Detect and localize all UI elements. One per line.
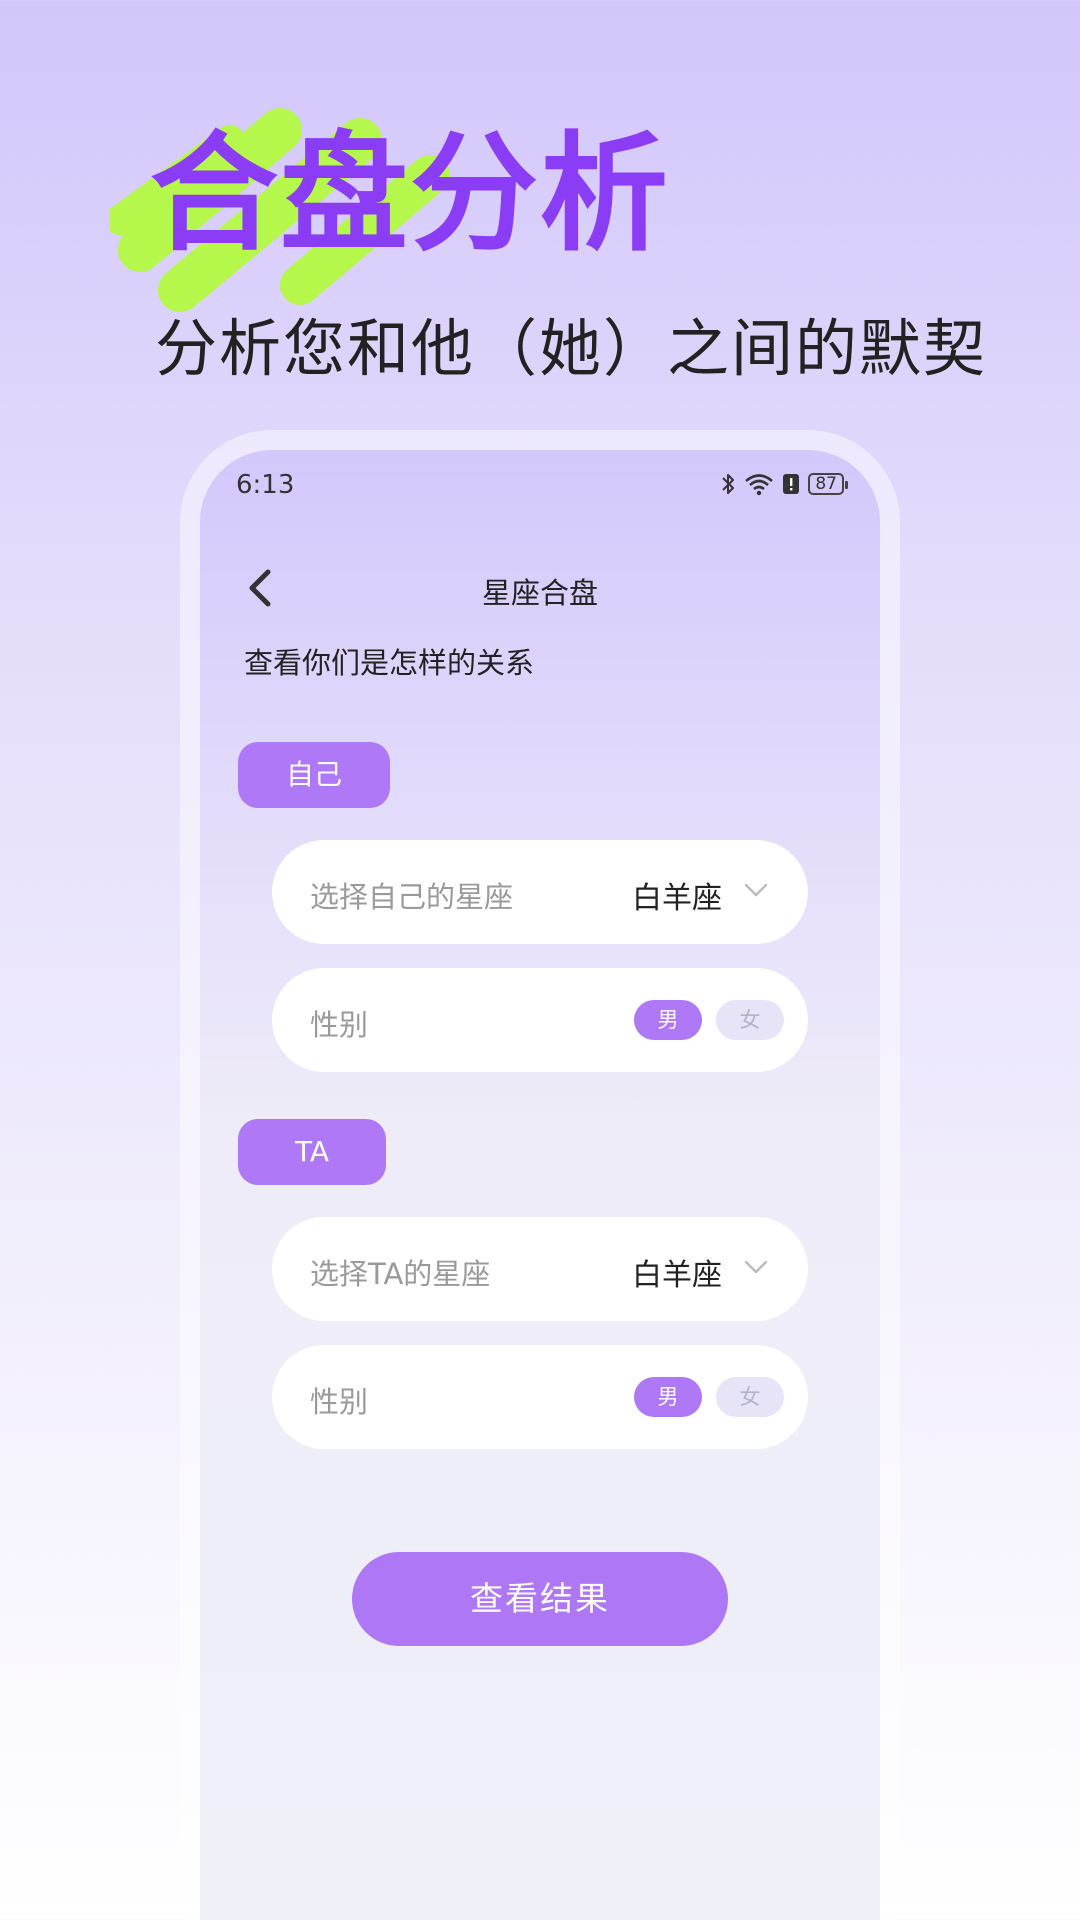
promo-title: 合盘分析 bbox=[150, 120, 671, 269]
partner-chip: TA bbox=[238, 1119, 386, 1185]
partner-gender-female-button[interactable]: 女 bbox=[716, 1377, 784, 1417]
bluetooth-icon bbox=[722, 474, 735, 494]
view-result-button[interactable]: 查看结果 bbox=[352, 1552, 728, 1646]
chevron-down-icon bbox=[744, 1260, 768, 1274]
phone-screen: 6:13 87 星座合盘 查看你们是怎样的关系 自己 选择自己的星座 白羊座 性… bbox=[200, 450, 880, 1920]
status-icons: 87 bbox=[720, 472, 848, 496]
battery-icon: 87 bbox=[808, 473, 848, 495]
self-gender-female-button[interactable]: 女 bbox=[716, 1000, 784, 1040]
partner-sign-label: 选择TA的星座 bbox=[310, 1257, 491, 1291]
self-sign-label: 选择自己的星座 bbox=[310, 880, 514, 914]
status-time: 6:13 bbox=[236, 470, 295, 500]
chevron-down-icon bbox=[744, 883, 768, 897]
self-sign-value: 白羊座 bbox=[632, 881, 722, 916]
section-description: 查看你们是怎样的关系 bbox=[244, 646, 535, 680]
self-chip: 自己 bbox=[238, 742, 390, 808]
partner-gender-label: 性别 bbox=[310, 1385, 369, 1419]
nav-title: 星座合盘 bbox=[481, 576, 598, 610]
partner-gender-male-button[interactable]: 男 bbox=[634, 1377, 702, 1417]
self-sign-select[interactable]: 选择自己的星座 白羊座 bbox=[272, 840, 808, 944]
self-gender-label: 性别 bbox=[310, 1008, 369, 1042]
status-bar: 6:13 87 bbox=[200, 450, 880, 520]
wifi-icon bbox=[745, 474, 774, 496]
self-gender-male-button[interactable]: 男 bbox=[634, 1000, 702, 1040]
nav-bar: 星座合盘 bbox=[200, 540, 880, 630]
self-gender-row: 性别 男 女 bbox=[272, 968, 808, 1072]
partner-sign-select[interactable]: 选择TA的星座 白羊座 bbox=[272, 1217, 808, 1321]
partner-gender-row: 性别 男 女 bbox=[272, 1345, 808, 1449]
partner-sign-value: 白羊座 bbox=[632, 1258, 722, 1293]
promo-title-area: 合盘分析 bbox=[110, 108, 671, 312]
promo-subtitle: 分析您和他（她）之间的默契 bbox=[155, 312, 988, 385]
alert-icon bbox=[783, 474, 800, 494]
